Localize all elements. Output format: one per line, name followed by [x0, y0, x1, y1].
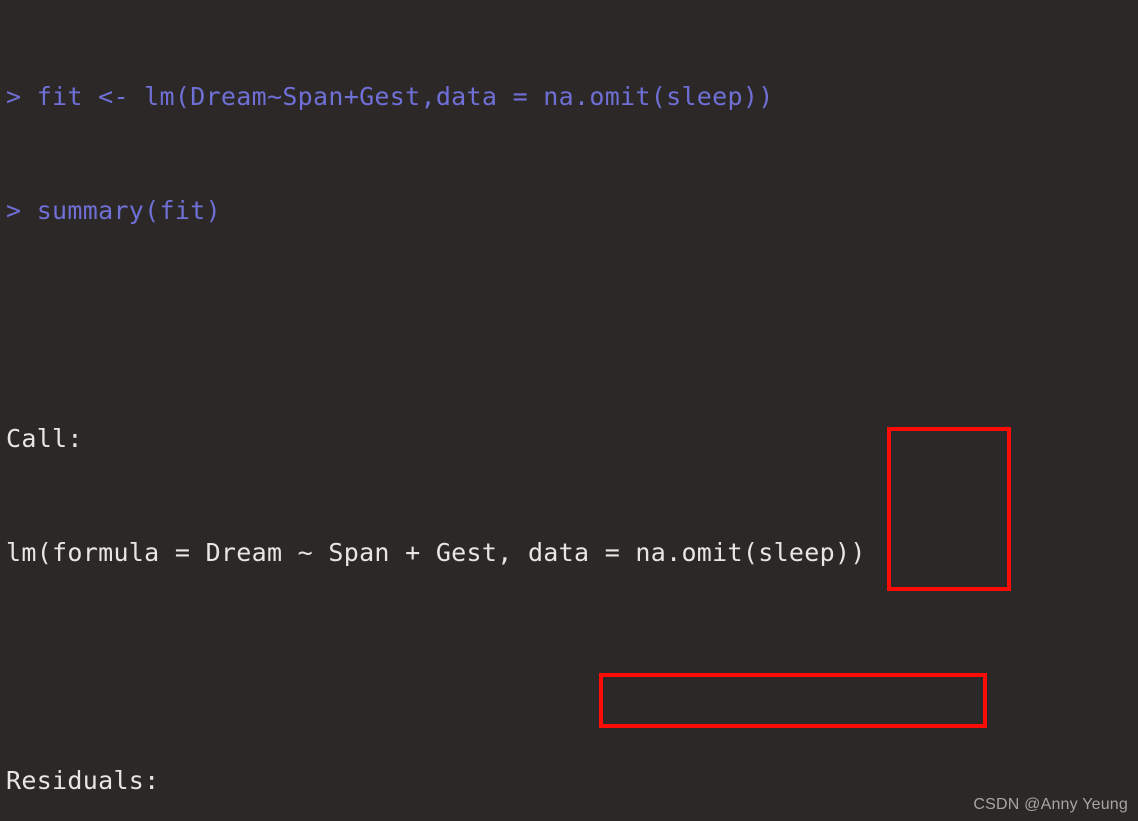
console-line-call-formula: lm(formula = Dream ~ Span + Gest, data =… [6, 538, 866, 567]
r-console-output[interactable]: > fit <- lm(Dream~Span+Gest,data = na.om… [0, 0, 1138, 821]
console-line-blank-2 [6, 648, 1138, 686]
console-line-command-summary: > summary(fit) [6, 196, 221, 225]
console-line-residuals-header: Residuals: [6, 766, 160, 795]
console-line-list: > fit <- lm(Dream~Span+Gest,data = na.om… [6, 2, 1138, 821]
console-line-command-fit: > fit <- lm(Dream~Span+Gest,data = na.om… [6, 82, 774, 111]
console-line-call-header: Call: [6, 424, 83, 453]
watermark-label: CSDN @Anny Yeung [973, 796, 1128, 813]
console-line-blank-1 [6, 306, 1138, 344]
